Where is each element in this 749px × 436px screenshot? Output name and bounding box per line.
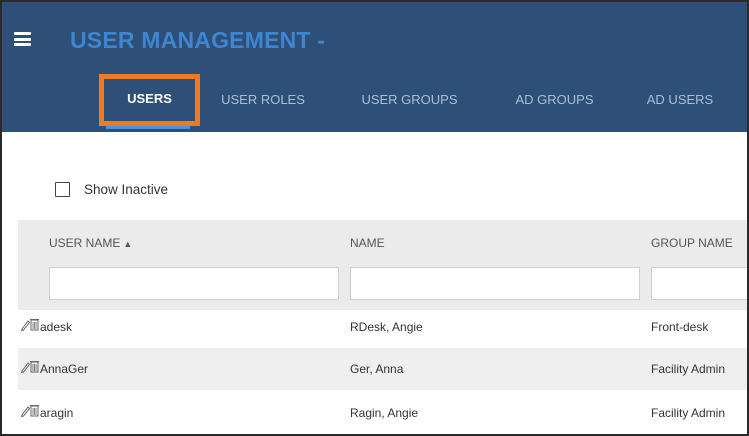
edit-pencil-icon[interactable] [20,360,30,373]
show-inactive-checkbox[interactable] [55,181,70,197]
column-header-user-name[interactable]: USER NAME ▲ [49,236,132,250]
delete-trash-icon[interactable] [30,360,39,373]
group-name-filter-input[interactable] [651,267,747,300]
cell-name: Ragin, Angie [350,406,419,420]
tab-user-groups[interactable]: USER GROUPS [347,74,472,130]
column-header-group-name[interactable]: GROUP NAME [651,236,733,250]
row-actions [20,404,39,417]
row-actions [20,318,39,331]
table-row[interactable]: AnnaGer Ger, Anna Facility Admin [18,348,747,390]
sort-icon[interactable]: ▲ [123,239,132,249]
app-window: USER MANAGEMENT - USERS USER ROLES USER … [0,0,749,436]
column-header-name[interactable]: NAME [350,236,385,250]
row-actions [20,360,39,373]
show-inactive-label: Show Inactive [84,181,169,197]
table-row[interactable]: aragin Ragin, Angie Facility Admin [18,392,747,434]
cell-group-name: Front-desk [651,320,709,334]
cell-user-name: aragin [40,406,74,420]
cell-name: Ger, Anna [350,362,404,376]
hamburger-menu-icon[interactable] [14,32,31,46]
show-inactive-toggle[interactable]: Show Inactive [55,179,168,199]
cell-group-name: Facility Admin [651,362,726,376]
cell-group-name: Facility Admin [651,406,726,420]
active-tab-indicator [106,126,190,129]
tab-ad-users[interactable]: AD USERS [635,74,725,130]
column-header-label: USER NAME [49,236,121,250]
name-filter-input[interactable] [350,267,640,300]
delete-trash-icon[interactable] [30,318,39,331]
page-title: USER MANAGEMENT - [70,27,326,53]
cell-user-name: adesk [40,320,73,334]
user-name-filter-input[interactable] [49,267,339,300]
cell-name: RDesk, Angie [350,320,423,334]
table-row[interactable]: adesk RDesk, Angie Front-desk [18,306,747,348]
tab-users[interactable]: USERS [99,74,200,126]
table-header: USER NAME ▲ NAME GROUP NAME [18,220,747,310]
edit-pencil-icon[interactable] [20,404,30,417]
delete-trash-icon[interactable] [30,404,39,417]
edit-pencil-icon[interactable] [20,318,30,331]
tab-ad-groups[interactable]: AD GROUPS [502,74,607,130]
app-header: USER MANAGEMENT - USERS USER ROLES USER … [2,2,747,132]
cell-user-name: AnnaGer [40,362,89,376]
tab-bar: USERS USER ROLES USER GROUPS AD GROUPS A… [2,74,747,132]
tab-user-roles[interactable]: USER ROLES [208,74,318,130]
